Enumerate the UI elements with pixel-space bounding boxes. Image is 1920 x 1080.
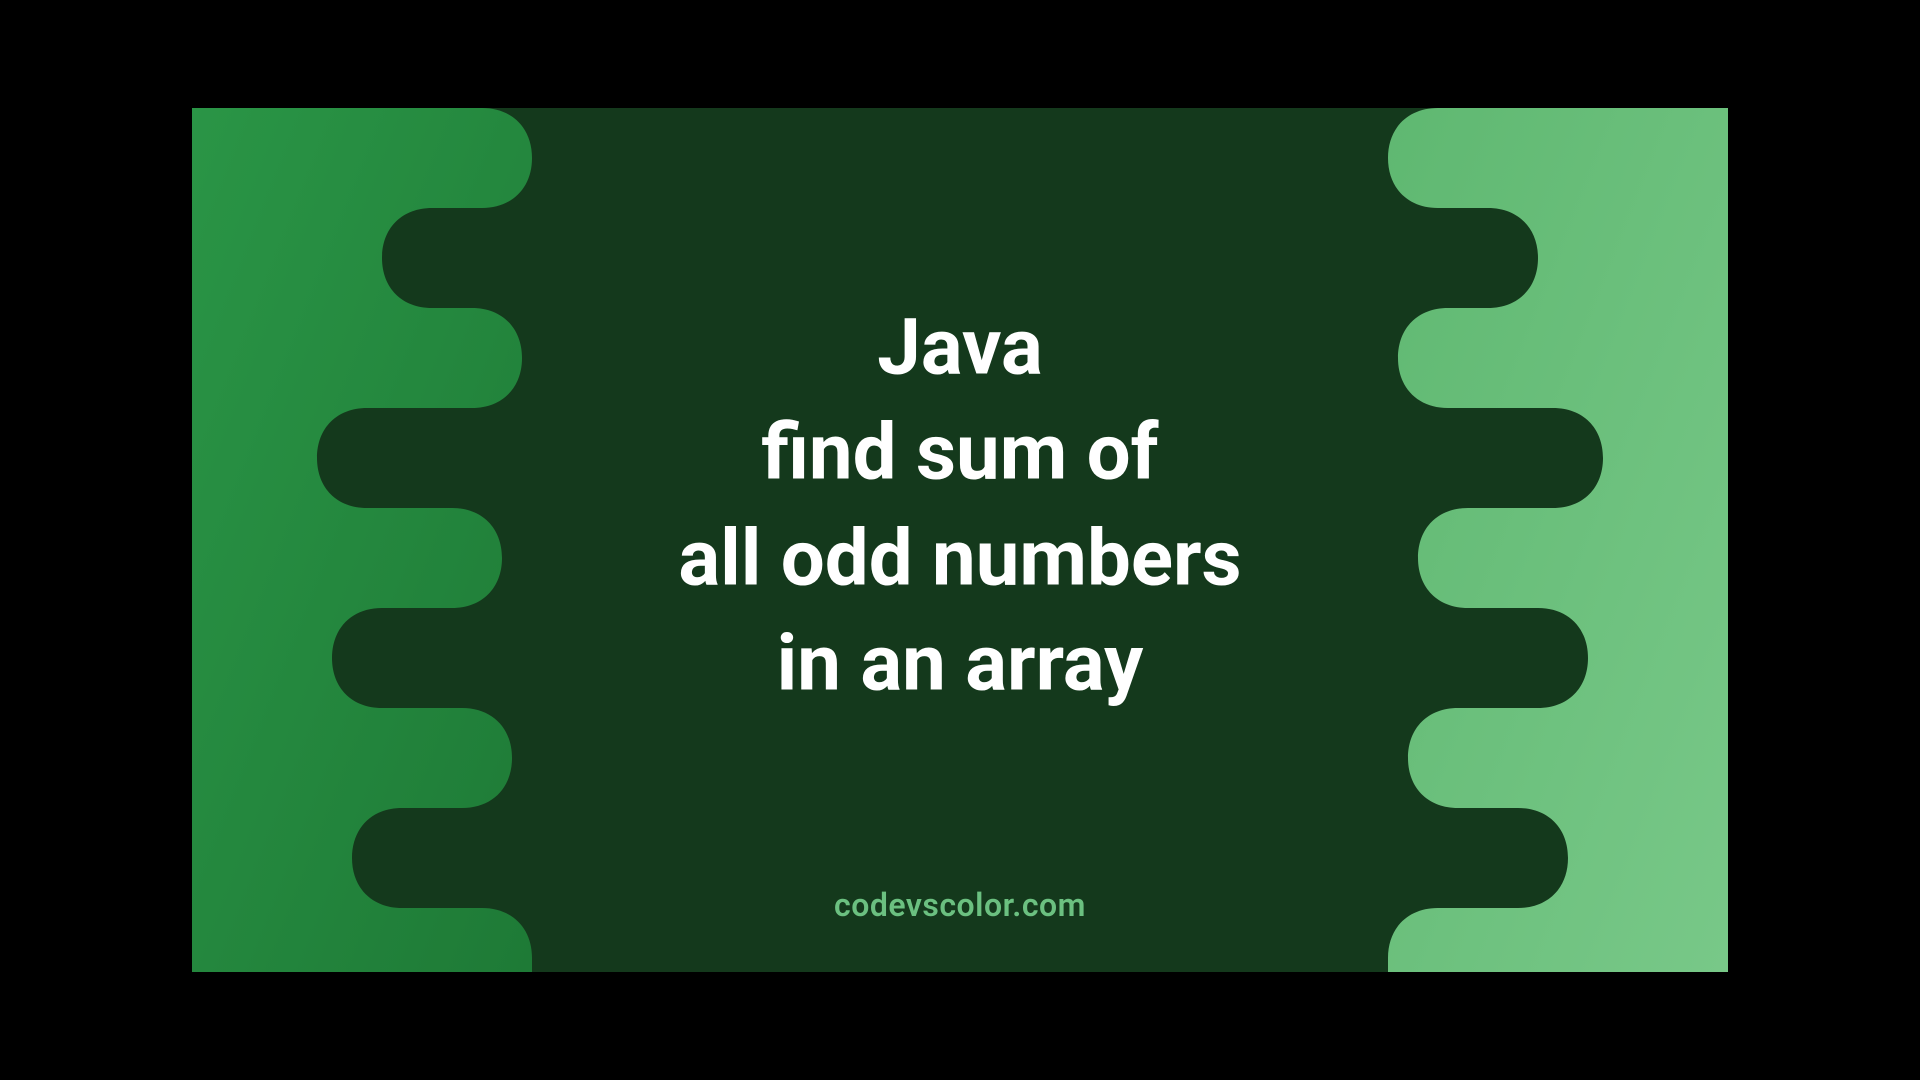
title-line-1: Java (678, 296, 1241, 401)
right-blob-shape (1308, 108, 1728, 972)
footer-attribution: codevscolor.com (834, 886, 1086, 924)
title-container: Java find sum of all odd numbers in an a… (678, 296, 1241, 717)
title-line-3: all odd numbers (678, 506, 1241, 611)
title-line-2: find sum of (678, 401, 1241, 506)
title-line-4: in an array (678, 612, 1241, 717)
banner-graphic: Java find sum of all odd numbers in an a… (192, 108, 1728, 972)
left-blob-shape (192, 108, 612, 972)
